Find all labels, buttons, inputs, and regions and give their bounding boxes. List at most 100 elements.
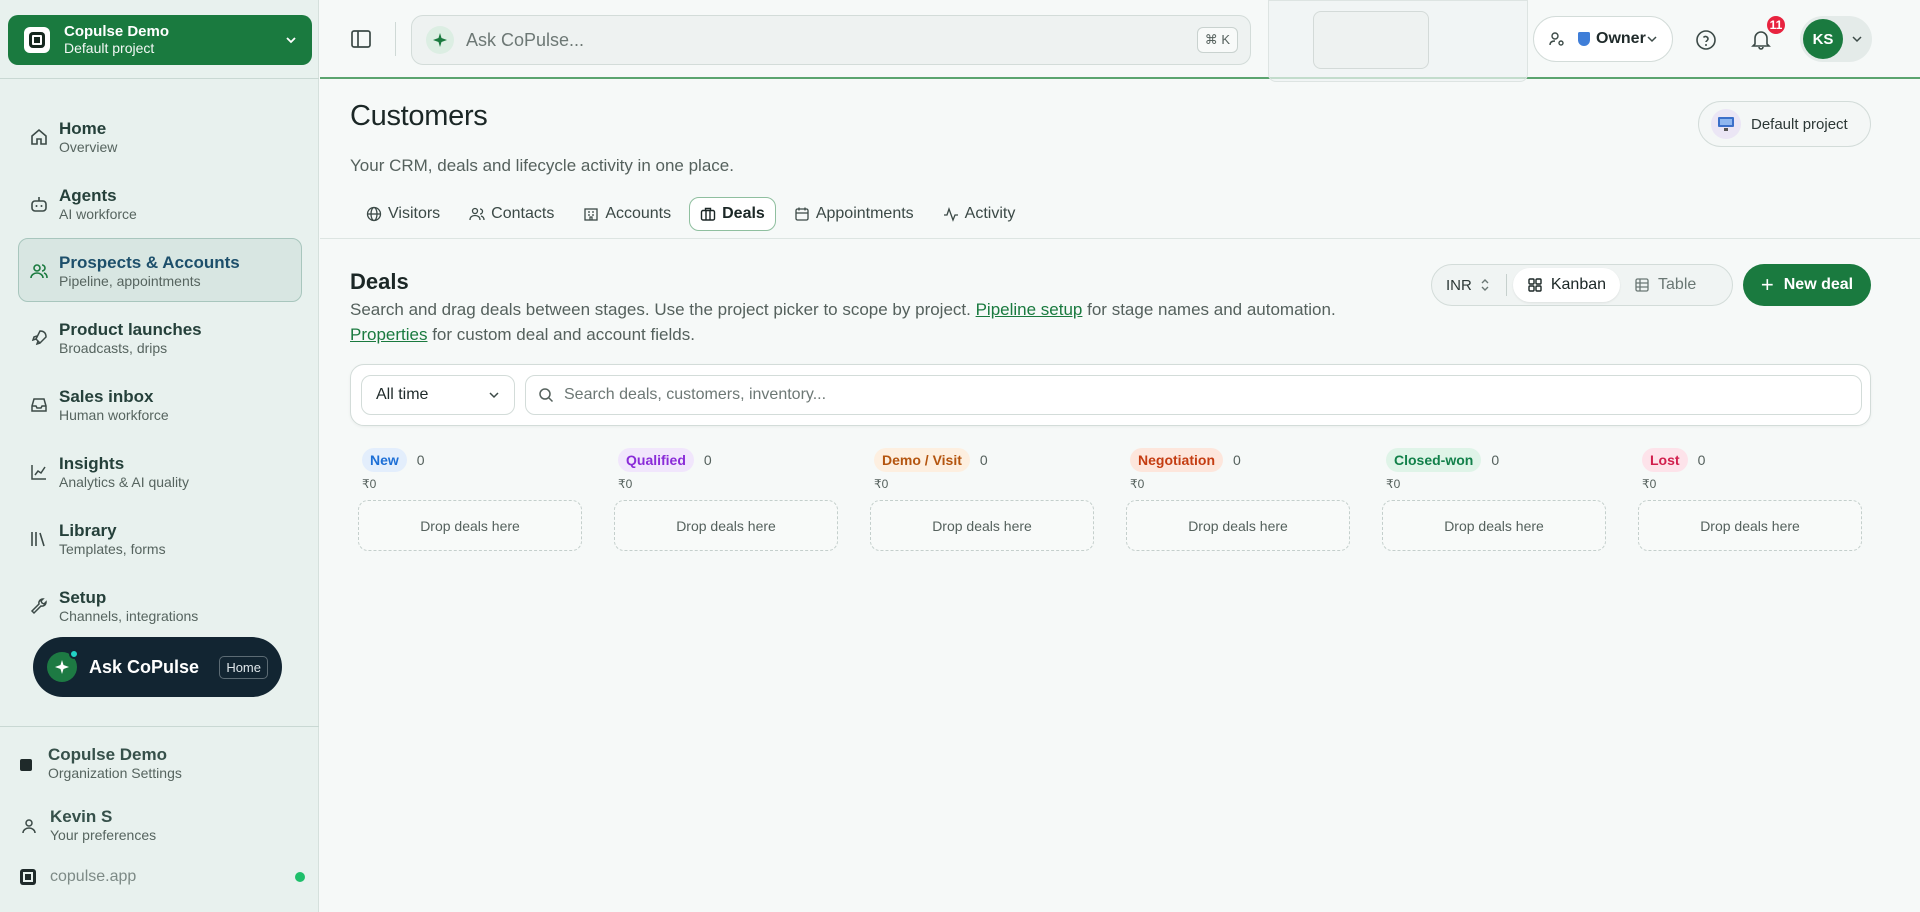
pipeline-setup-link[interactable]: Pipeline setup — [976, 300, 1083, 319]
view-divider — [1505, 274, 1507, 296]
sidebar-item-prospects[interactable]: Prospects & Accounts Pipeline, appointme… — [18, 238, 302, 302]
sparkle-icon — [47, 649, 79, 682]
currency-value: INR — [1446, 276, 1472, 294]
stage-badge: Lost — [1642, 448, 1688, 472]
drop-zone[interactable]: Drop deals here — [1382, 500, 1606, 551]
user-icon — [22, 819, 36, 834]
tab-appointments[interactable]: Appointments — [783, 197, 925, 231]
notification-count-badge: 11 — [1765, 14, 1787, 36]
monitor-icon — [1711, 109, 1741, 139]
sidebar-item-agents[interactable]: Agents AI workforce — [18, 171, 302, 235]
drop-zone[interactable]: Drop deals here — [614, 500, 838, 551]
sidebar-item-launches[interactable]: Product launches Broadcasts, drips — [18, 305, 302, 369]
sidebar-item-sub: Human workforce — [59, 407, 169, 423]
tab-label: Accounts — [605, 205, 672, 222]
user-preferences-link[interactable]: Kevin S Your preferences — [20, 807, 156, 844]
drop-zone[interactable]: Drop deals here — [358, 500, 582, 551]
wrench-icon — [30, 598, 47, 615]
column-header: Lost 0 — [1638, 447, 1862, 473]
kanban-view-button[interactable]: Kanban — [1512, 268, 1621, 302]
sidebar-item-setup[interactable]: Setup Channels, integrations — [18, 573, 302, 637]
calendar-icon — [795, 207, 809, 221]
kanban-column: Demo / Visit 0 ₹0 Drop deals here — [870, 447, 1094, 551]
deal-search-input[interactable] — [564, 386, 1849, 404]
sidebar-item-sub: Templates, forms — [59, 541, 166, 557]
sidebar-item-inbox[interactable]: Sales inbox Human workforce — [18, 372, 302, 436]
home-icon — [31, 128, 47, 145]
drop-zone[interactable]: Drop deals here — [870, 500, 1094, 551]
org-switcher[interactable]: Copulse Demo Default project — [8, 15, 312, 65]
tab-visitors[interactable]: Visitors — [355, 197, 451, 231]
sidebar-item-home[interactable]: Home Overview — [18, 104, 302, 168]
shortcut-hint: ⌘ K — [1196, 27, 1238, 53]
tab-activity[interactable]: Activity — [932, 197, 1027, 231]
drop-zone[interactable]: Drop deals here — [1638, 500, 1862, 551]
page-subtitle: Your CRM, deals and lifecycle activity i… — [350, 156, 734, 175]
tab-deals[interactable]: Deals — [689, 197, 776, 231]
new-deal-label: New deal — [1783, 276, 1854, 293]
inbox-icon — [31, 398, 47, 412]
stage-badge: Closed-won — [1386, 448, 1482, 472]
tab-accounts[interactable]: Accounts — [572, 197, 682, 231]
sidebar-item-sub: AI workforce — [59, 206, 137, 222]
sidebar-divider — [0, 726, 319, 727]
ask-copulse-label: Ask CoPulse — [89, 656, 200, 677]
help-icon[interactable] — [1695, 29, 1717, 51]
sidebar-toggle-icon[interactable] — [350, 28, 372, 50]
tab-contacts[interactable]: Contacts — [458, 197, 565, 231]
ask-copulse-input[interactable] — [466, 29, 1197, 51]
properties-link[interactable]: Properties — [350, 325, 427, 344]
domain-text: copulse.app — [50, 868, 137, 885]
domain-row: copulse.app — [20, 868, 305, 886]
chevrons-up-down-icon — [1481, 279, 1489, 291]
sidebar-item-library[interactable]: Library Templates, forms — [18, 506, 302, 570]
stage-total: ₹0 — [1642, 477, 1657, 491]
deal-search[interactable] — [525, 375, 1862, 415]
app-icon — [20, 869, 36, 885]
sidebar-item-title: Sales inbox — [59, 387, 154, 406]
ask-copulse-search[interactable]: ⌘ K — [411, 15, 1251, 65]
project-picker-label: Default project — [1751, 115, 1848, 133]
stage-count: 0 — [1697, 452, 1706, 468]
stage-count: 0 — [1233, 452, 1241, 468]
org-logo-icon — [24, 27, 50, 53]
column-header: Closed-won 0 — [1382, 447, 1606, 473]
drop-zone[interactable]: Drop deals here — [1126, 500, 1350, 551]
stage-count: 0 — [703, 452, 712, 468]
chevron-down-icon — [1852, 36, 1862, 43]
chevron-down-icon — [286, 37, 296, 44]
role-selector[interactable]: Owner — [1533, 16, 1673, 62]
project-picker[interactable]: Default project — [1698, 101, 1871, 147]
sidebar-item-sub: Pipeline, appointments — [59, 273, 201, 289]
org-name: Copulse Demo — [64, 23, 170, 40]
status-dot — [69, 649, 79, 659]
sparkle-icon — [426, 26, 454, 54]
rocket-icon — [31, 330, 47, 346]
shield-icon — [1578, 32, 1590, 46]
user-menu[interactable]: KS — [1800, 16, 1872, 62]
desc-text: Search and drag deals between stages. Us… — [350, 300, 976, 319]
context-badge: Home — [219, 655, 268, 679]
org-settings-sub: Organization Settings — [48, 765, 182, 781]
stage-badge: New — [362, 448, 407, 472]
column-header: Negotiation 0 — [1126, 447, 1350, 473]
time-range-select[interactable]: All time — [361, 375, 515, 415]
table-view-button[interactable]: Table — [1620, 268, 1710, 302]
stage-total: ₹0 — [618, 477, 633, 491]
line-chart-icon — [31, 465, 46, 480]
org-settings-link[interactable]: Copulse Demo Organization Settings — [20, 745, 182, 782]
ask-copulse-button[interactable]: Ask CoPulse Home — [33, 637, 282, 697]
sidebar-item-title: Prospects & Accounts — [59, 253, 240, 272]
kanban-board: New 0 ₹0 Drop deals here Qualified 0 ₹0 Drop de… — [358, 447, 1894, 551]
currency-select[interactable]: INR — [1446, 277, 1490, 294]
stage-badge: Negotiation — [1130, 448, 1223, 472]
new-deal-button[interactable]: + New deal — [1743, 264, 1871, 306]
kanban-column: Closed-won 0 ₹0 Drop deals here — [1382, 447, 1606, 551]
chevron-down-icon — [489, 392, 499, 399]
stage-badge: Demo / Visit — [874, 448, 970, 472]
building-icon — [584, 208, 598, 221]
column-header: Demo / Visit 0 — [870, 447, 1094, 473]
tab-label: Visitors — [388, 205, 441, 222]
sidebar-divider — [0, 78, 319, 79]
sidebar-item-insights[interactable]: Insights Analytics & AI quality — [18, 439, 302, 503]
